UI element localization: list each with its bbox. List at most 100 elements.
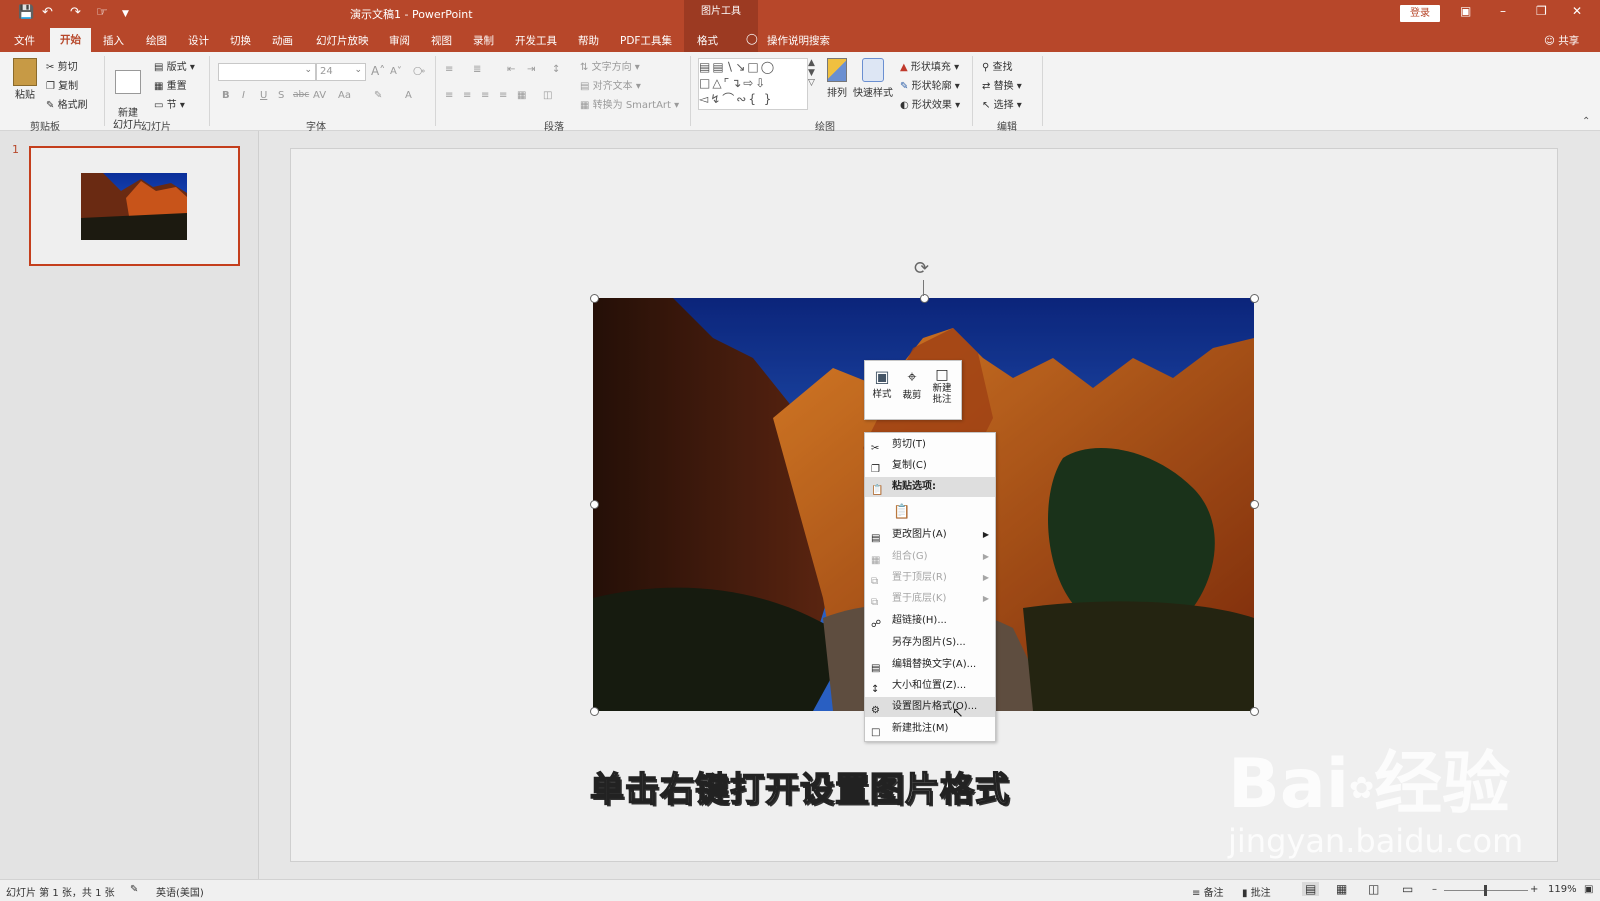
quick-styles-button[interactable]: 快速样式 [852,58,894,99]
highlight-icon[interactable]: ✎ [374,90,382,101]
shape-effects-button[interactable]: ◐ 形状效果 ▾ [900,96,960,111]
strikethrough-icon[interactable]: abc [293,90,309,100]
menu-item-new-comment[interactable]: □ 新建批注(M) [865,719,995,739]
tab-animations[interactable]: 动画 [272,33,293,48]
normal-view-icon[interactable]: ▤ [1302,882,1320,896]
comments-button[interactable]: ▮ 批注 [1242,884,1271,899]
customize-toolbar-icon[interactable]: ▼ [122,9,129,19]
spell-check-icon[interactable]: ✎ [130,884,138,895]
menu-item-cut[interactable]: ✂ 剪切(T) [865,435,995,455]
align-left-icon[interactable]: ≡ [445,90,453,101]
menu-item-format-picture[interactable]: ⚙ 设置图片格式(O)... [865,697,995,717]
tab-slideshow[interactable]: 幻灯片放映 [316,33,369,48]
resize-handle-left[interactable] [590,500,599,509]
tab-help[interactable]: 帮助 [578,33,599,48]
resize-handle-bottom-left[interactable] [590,707,599,716]
distributed-icon[interactable]: ▦ [517,90,526,101]
resize-handle-right[interactable] [1250,500,1259,509]
tab-review[interactable]: 审阅 [389,33,410,48]
zoom-in-icon[interactable]: + [1530,884,1538,895]
justify-icon[interactable]: ≡ [499,90,507,101]
login-button[interactable]: 登录 [1400,5,1440,22]
fit-to-window-icon[interactable]: ▣ [1584,884,1593,895]
reset-button[interactable]: ▦ 重置 [154,77,187,92]
slideshow-icon[interactable]: ▭ [1402,882,1413,896]
menu-item-copy[interactable]: ❐ 复制(C) [865,456,995,476]
tab-transitions[interactable]: 切换 [230,33,251,48]
font-size-combo[interactable]: 24 ⌄ [316,63,366,81]
increase-font-icon[interactable]: A˄ [371,64,385,78]
bullets-icon[interactable]: ≡ [445,64,453,75]
menu-item-change-picture[interactable]: ▤ 更改图片(A) ▶ [865,525,995,545]
align-text-button[interactable]: ▤ 对齐文本 ▾ [580,77,641,92]
tab-developer[interactable]: 开发工具 [515,33,557,48]
minimize-icon[interactable]: – [1500,4,1506,18]
find-button[interactable]: ⚲ 查找 [982,58,1013,73]
redo-icon[interactable]: ↷ [70,5,81,20]
cut-button[interactable]: ✂ 剪切 [46,58,78,73]
rotate-handle-icon[interactable]: ⟳ [914,258,929,279]
tab-file[interactable]: 文件 [14,33,35,48]
tab-view[interactable]: 视图 [431,33,452,48]
tab-pdf-tools[interactable]: PDF工具集 [620,33,672,48]
menu-item-edit-alt-text[interactable]: ▤ 编辑替换文字(A)... [865,655,995,675]
increase-indent-icon[interactable]: ⇥ [527,64,535,75]
resize-handle-top-right[interactable] [1250,294,1259,303]
save-icon[interactable]: 💾 [18,5,34,20]
align-right-icon[interactable]: ≡ [481,90,489,101]
bold-icon[interactable]: B [222,90,230,101]
new-comment-button[interactable]: □ 新建 批注 [927,367,957,405]
share-button[interactable]: ☺ 共享 [1544,33,1579,48]
tab-design[interactable]: 设计 [188,33,209,48]
replace-button[interactable]: ⇄ 替换 ▾ [982,77,1022,92]
slide-sorter-icon[interactable]: ▦ [1336,882,1347,896]
zoom-out-icon[interactable]: – [1432,884,1437,895]
clear-format-icon[interactable]: ⧂ [413,64,425,79]
reading-view-icon[interactable]: ◫ [1368,882,1379,896]
tab-draw[interactable]: 绘图 [146,33,167,48]
menu-item-paste-keep-text[interactable]: 📋 [865,499,995,523]
font-color-icon[interactable]: A [405,90,412,101]
menu-item-size-position[interactable]: ↕ 大小和位置(Z)... [865,676,995,696]
zoom-slider-thumb[interactable] [1484,885,1487,896]
decrease-font-icon[interactable]: A˅ [390,66,402,77]
text-direction-button[interactable]: ⇅ 文字方向 ▾ [580,58,640,73]
menu-item-save-as-picture[interactable]: 另存为图片(S)... [865,633,995,653]
menu-item-hyperlink[interactable]: ☍ 超链接(H)... [865,611,995,631]
change-case-icon[interactable]: Aa [338,90,351,101]
ribbon-display-icon[interactable]: ▣ [1460,4,1471,18]
decrease-indent-icon[interactable]: ⇤ [507,64,515,75]
notes-button[interactable]: ≡ 备注 [1192,884,1224,899]
font-name-combo[interactable]: ⌄ [218,63,316,81]
tab-insert[interactable]: 插入 [103,33,124,48]
tab-home[interactable]: 开始 [50,28,91,52]
columns-icon[interactable]: ◫ [543,90,552,101]
touch-mode-icon[interactable]: ☞ [96,5,108,20]
section-button[interactable]: ▭ 节 ▾ [154,96,185,111]
resize-handle-top[interactable] [920,294,929,303]
collapse-ribbon-icon[interactable]: ⌃ [1582,116,1590,127]
arrange-button[interactable]: 排列 [824,58,850,99]
char-spacing-icon[interactable]: AV [313,90,326,101]
align-center-icon[interactable]: ≡ [463,90,471,101]
tab-record[interactable]: 录制 [473,33,494,48]
copy-button[interactable]: ❐ 复制 [46,77,78,92]
restore-icon[interactable]: ❐ [1536,4,1547,18]
format-painter-button[interactable]: ✎ 格式刷 [46,96,88,111]
shapes-gallery[interactable]: ▤▤∖↘□◯ □△⌜↴⇨⇩ ◅↯⌒∾{ } [698,58,808,110]
italic-icon[interactable]: I [242,90,245,101]
slide-thumbnail[interactable] [29,146,240,266]
tell-me-search[interactable]: 操作说明搜索 [767,33,830,48]
line-spacing-icon[interactable]: ↕ [552,64,560,75]
layout-button[interactable]: ▤ 版式 ▾ [154,58,195,73]
tab-format[interactable]: 格式 [697,33,718,48]
shadow-text-icon[interactable]: S [278,90,284,101]
paste-button[interactable]: 粘贴 [10,58,40,101]
style-button[interactable]: ▣ 样式 [867,367,897,400]
resize-handle-bottom-right[interactable] [1250,707,1259,716]
shape-fill-button[interactable]: ▲ 形状填充 ▾ [900,58,959,73]
language-status[interactable]: 英语(美国) [156,884,204,899]
select-button[interactable]: ↖ 选择 ▾ [982,96,1022,111]
zoom-level[interactable]: 119% [1548,884,1577,895]
crop-button[interactable]: ⌖ 裁剪 [897,367,927,401]
